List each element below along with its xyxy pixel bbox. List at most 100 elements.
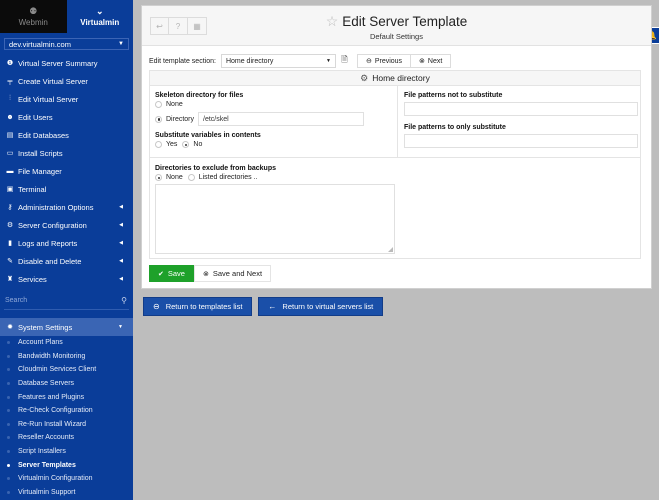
- exclude-listed-radio[interactable]: [187, 174, 195, 181]
- save-label: Save: [167, 269, 185, 278]
- substitute-no-radio[interactable]: [182, 141, 190, 148]
- sidebar-item-edit-virtual-server[interactable]: ⫶ Edit Virtual Server: [0, 90, 133, 108]
- search-input[interactable]: Search: [5, 297, 27, 304]
- sidebar-item-disable-and-delete[interactable]: ✎ Disable and Delete ◀: [0, 252, 133, 270]
- save-button[interactable]: ✔ Save: [149, 265, 194, 282]
- sidebar: ⚉ Webmin ⌄ Virtualmin dev.virtualmin.com…: [0, 0, 133, 500]
- submenu-item-reseller-accounts[interactable]: Reseller Accounts: [0, 431, 133, 445]
- substitute-label: Substitute variables in contents: [155, 132, 261, 139]
- previous-label: Previous: [374, 57, 403, 65]
- webmin-tab[interactable]: ⚉ Webmin: [0, 0, 67, 33]
- submenu-item-label: Virtualmin Configuration: [18, 475, 93, 483]
- submenu-item-account-plans[interactable]: Account Plans: [0, 336, 133, 350]
- section-select[interactable]: Home directory ▼: [220, 54, 336, 68]
- next-button[interactable]: ⊗ Next: [411, 54, 452, 68]
- home-directory-form: ⚙ Home directory Skeleton directory for …: [149, 70, 641, 259]
- patterns-not-input[interactable]: [404, 102, 638, 116]
- skeleton-none-radio[interactable]: [155, 101, 162, 108]
- view-section-button[interactable]: 🗎: [338, 54, 351, 68]
- submenu-item-label: Features and Plugins: [18, 393, 85, 401]
- patterns-not-label: File patterns not to substitute: [404, 92, 503, 99]
- sidebar-item-edit-databases[interactable]: ▤ Edit Databases: [0, 126, 133, 144]
- scripts-icon: ▭: [6, 150, 14, 157]
- sidebar-item-label: Terminal: [18, 184, 47, 194]
- section-label: Edit template section:: [149, 57, 216, 65]
- resize-grip-icon[interactable]: [388, 247, 393, 252]
- exclude-option-listed[interactable]: Listed directories ..: [187, 174, 257, 181]
- form-right-column: File patterns not to substitute File pat…: [399, 86, 642, 157]
- sidebar-item-label: Install Scripts: [18, 148, 63, 158]
- sidebar-item-administration-options[interactable]: ⚷ Administration Options ◀: [0, 198, 133, 216]
- domain-select[interactable]: dev.virtualmin.com ▼: [4, 38, 129, 50]
- sidebar-item-label: File Manager: [18, 166, 62, 176]
- submenu-item-re-run-install-wizard[interactable]: Re-Run Install Wizard: [0, 418, 133, 432]
- database-icon: ▤: [6, 132, 14, 139]
- create-server-icon: ╤: [7, 77, 13, 85]
- webmin-tab-label: Webmin: [18, 18, 48, 27]
- substitute-option-no[interactable]: No: [182, 141, 202, 148]
- substitute-yes-radio[interactable]: [155, 141, 162, 148]
- save-next-label: Save and Next: [212, 269, 263, 278]
- substitute-no-label: No: [193, 141, 203, 148]
- sidebar-item-label: Edit Databases: [18, 130, 69, 140]
- key-icon: ⚷: [7, 204, 13, 211]
- caret-down-icon: ▼: [118, 324, 123, 330]
- return-servers-button[interactable]: ← Return to virtual servers list: [258, 297, 384, 316]
- folder-icon: ▬: [6, 167, 14, 175]
- exclude-backups-block: Directories to exclude from backups None…: [155, 165, 395, 254]
- return-templates-button[interactable]: ⊖ Return to templates list: [143, 297, 253, 316]
- submenu-item-re-check-configuration[interactable]: Re-Check Configuration: [0, 404, 133, 418]
- caret-left-icon: ◀: [119, 204, 123, 210]
- sidebar-item-system-settings[interactable]: ✹ System Settings ▼: [0, 318, 133, 336]
- sidebar-item-label: System Settings: [18, 322, 73, 332]
- submenu-item-cloudmin-services-client[interactable]: Cloudmin Services Client: [0, 363, 133, 377]
- skeleton-option-directory[interactable]: Directory /etc/skel: [155, 112, 392, 126]
- save-and-next-button[interactable]: ⊗ Save and Next: [193, 265, 272, 282]
- skeleton-directory-radio[interactable]: [155, 115, 162, 123]
- caret-left-icon: ◀: [119, 222, 123, 228]
- section-nav: ⊖ Previous ⊗ Next: [356, 54, 452, 68]
- submenu-item-virtualmin-configuration[interactable]: Virtualmin Configuration: [0, 472, 133, 486]
- sidebar-item-edit-users[interactable]: ☻ Edit Users: [0, 108, 133, 126]
- sidebar-item-server-configuration[interactable]: ⚙ Server Configuration ◀: [0, 216, 133, 234]
- exclude-none-label: None: [166, 174, 183, 181]
- sidebar-item-file-manager[interactable]: ▬ File Manager: [0, 162, 133, 180]
- skeleton-option-none[interactable]: None: [155, 101, 392, 108]
- back-circle-icon: ⊖: [153, 302, 160, 311]
- sidebar-item-create-virtual-server[interactable]: ╤ Create Virtual Server: [0, 72, 133, 90]
- search-icon[interactable]: ⚲: [121, 296, 127, 305]
- exclude-none-radio[interactable]: [155, 174, 162, 181]
- sidebar-search[interactable]: Search ⚲: [4, 292, 129, 310]
- main-panel: ↩ ? ▦ ☆ Edit Server Template Default Set…: [141, 5, 652, 289]
- virtualmin-tab[interactable]: ⌄ Virtualmin: [66, 0, 133, 33]
- substitute-option-yes[interactable]: Yes: [155, 141, 177, 148]
- return-actions: ⊖ Return to templates list ← Return to v…: [143, 297, 389, 316]
- submenu-item-script-installers[interactable]: Script Installers: [0, 445, 133, 459]
- caret-left-icon: ◀: [119, 240, 123, 246]
- domain-select-value: dev.virtualmin.com: [9, 39, 71, 49]
- return-templates-label: Return to templates list: [165, 302, 243, 311]
- previous-button[interactable]: ⊖ Previous: [356, 54, 412, 68]
- submenu-item-virtualmin-support[interactable]: Virtualmin Support: [0, 486, 133, 500]
- submenu-item-bandwidth-monitoring[interactable]: Bandwidth Monitoring: [0, 350, 133, 364]
- submenu-item-server-templates[interactable]: Server Templates: [0, 458, 133, 472]
- skeleton-directory-input[interactable]: /etc/skel: [198, 112, 365, 126]
- gear-icon: ⚙: [360, 72, 369, 83]
- exclude-directories-textarea[interactable]: [155, 184, 395, 254]
- exclude-backups-options: None Listed directories ..: [155, 174, 395, 181]
- sidebar-item-terminal[interactable]: ▣ Terminal: [0, 180, 133, 198]
- bullet-icon: [7, 463, 10, 467]
- product-switcher: ⚉ Webmin ⌄ Virtualmin: [0, 0, 133, 33]
- sidebar-item-logs-and-reports[interactable]: ▮ Logs and Reports ◀: [0, 234, 133, 252]
- submenu-item-features-and-plugins[interactable]: Features and Plugins: [0, 390, 133, 404]
- star-favorite-icon[interactable]: ☆: [326, 13, 339, 30]
- sidebar-item-virtual-server-summary[interactable]: ❶ Virtual Server Summary: [0, 54, 133, 72]
- submenu-item-database-servers[interactable]: Database Servers: [0, 377, 133, 391]
- patterns-only-input[interactable]: [404, 134, 638, 148]
- sidebar-item-services[interactable]: ♜ Services ◀: [0, 270, 133, 288]
- sidebar-item-install-scripts[interactable]: ▭ Install Scripts: [0, 144, 133, 162]
- exclude-option-none[interactable]: None: [155, 174, 183, 181]
- arrow-left-icon: ←: [268, 302, 277, 311]
- sidebar-item-label: Logs and Reports: [18, 238, 78, 248]
- next-circle-icon: ⊗: [202, 270, 209, 278]
